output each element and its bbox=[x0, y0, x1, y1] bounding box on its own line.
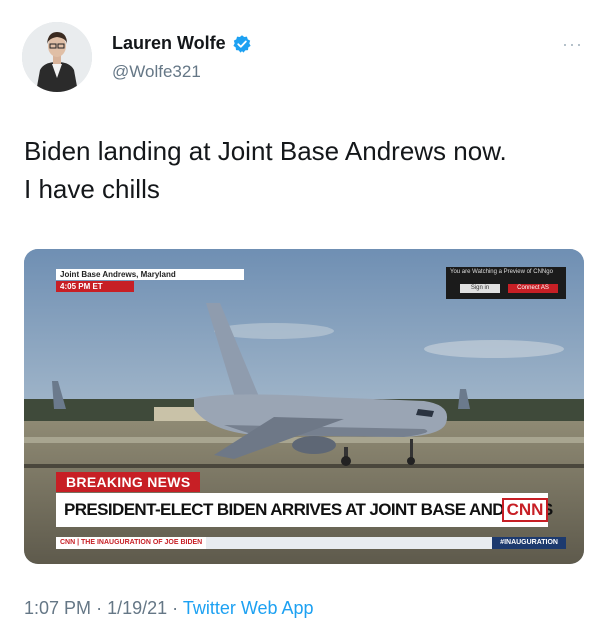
separator: · bbox=[172, 598, 179, 618]
preview-sign-in-button: Sign in bbox=[460, 284, 500, 293]
tweet-media[interactable]: Joint Base Andrews, Maryland 4:05 PM ET … bbox=[24, 249, 584, 564]
chyron-location: Joint Base Andrews, Maryland bbox=[56, 269, 244, 280]
preview-connect-button: Connect AS bbox=[508, 284, 558, 293]
author-name[interactable]: Lauren Wolfe bbox=[112, 33, 226, 54]
tweet-text-line: I have chills bbox=[24, 174, 160, 204]
cnn-logo-text: CNN bbox=[501, 498, 549, 522]
more-options-icon[interactable]: ··· bbox=[562, 34, 583, 55]
tweet-text: Biden landing at Joint Base Andrews now.… bbox=[24, 132, 584, 208]
verified-badge-icon bbox=[233, 34, 251, 53]
author-handle[interactable]: @Wolfe321 bbox=[112, 62, 201, 82]
news-ticker: CNN | THE INAUGURATION OF JOE BIDEN #INA… bbox=[56, 537, 566, 549]
avatar-image bbox=[22, 22, 92, 92]
news-headline: PRESIDENT-ELECT BIDEN ARRIVES AT JOINT B… bbox=[56, 493, 553, 527]
preview-banner: You are Watching a Preview of CNNgo Sign… bbox=[446, 267, 566, 299]
tweet-text-line: Biden landing at Joint Base Andrews now. bbox=[24, 136, 507, 166]
ticker-hashtag: #INAUGURATION bbox=[492, 537, 566, 549]
author-name-row[interactable]: Lauren Wolfe bbox=[112, 33, 252, 54]
tweet-time[interactable]: 1:07 PM bbox=[24, 598, 91, 618]
cnn-logo: CNN bbox=[501, 493, 549, 527]
tweet-date[interactable]: 1/19/21 bbox=[107, 598, 167, 618]
tweet-metadata: 1:07 PM · 1/19/21 · Twitter Web App bbox=[24, 598, 314, 619]
separator: · bbox=[96, 598, 103, 618]
breaking-news-label: BREAKING NEWS bbox=[56, 472, 201, 492]
preview-notice: You are Watching a Preview of CNNgo bbox=[450, 269, 553, 275]
chyron-time: 4:05 PM ET bbox=[56, 281, 134, 292]
tweet-source-app[interactable]: Twitter Web App bbox=[183, 598, 314, 618]
avatar[interactable] bbox=[22, 22, 92, 92]
ticker-program-label: CNN | THE INAUGURATION OF JOE BIDEN bbox=[56, 537, 207, 549]
